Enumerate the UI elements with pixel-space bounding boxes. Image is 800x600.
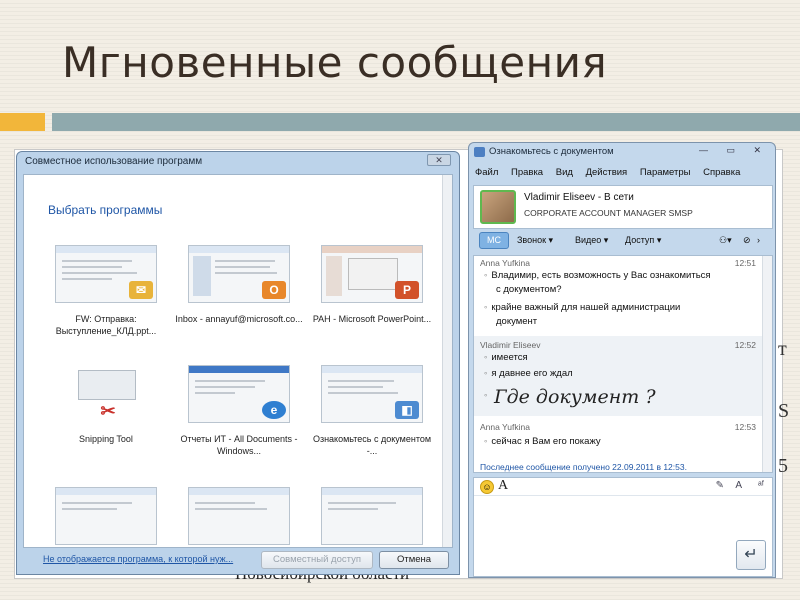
program-thumbnail: e [188, 365, 290, 423]
dialog-scrollbar[interactable] [442, 175, 452, 547]
background-fragment: т [778, 338, 787, 360]
message-sender: Anna Yufkina [480, 258, 530, 268]
message-line: ◦ имеется [484, 352, 528, 363]
attach-icon[interactable]: ⊘ [743, 235, 751, 246]
dialog-footer: Не отображается программа, к которой нуж… [23, 548, 453, 572]
more-icon[interactable]: › [757, 235, 760, 245]
dialog-title: Совместное использование программ [25, 156, 203, 167]
program-item[interactable]: O Inbox - annayuf@microsoft.co... [174, 245, 304, 325]
contact-role: CORPORATE ACCOUNT MANAGER SMSP [524, 208, 693, 218]
video-button[interactable]: Видео ▾ [575, 235, 608, 246]
ink-font-icon[interactable]: A [735, 480, 742, 491]
menu-file[interactable]: Файл [475, 167, 498, 178]
cancel-button[interactable]: Отмена [379, 551, 449, 569]
program-item[interactable] [307, 487, 437, 547]
menu-actions[interactable]: Действия [586, 167, 628, 178]
program-thumbnail: O [188, 245, 290, 303]
dialog-heading: Выбрать программы [48, 203, 163, 217]
message-time: 12:53 [734, 422, 756, 432]
menu-edit[interactable]: Правка [511, 167, 543, 178]
dialog-body: Выбрать программы ✉ FW: Отправка: Выступ… [23, 174, 453, 548]
program-label: Отчеты ИТ - All Documents - Windows... [180, 434, 298, 456]
outlook-icon: O [262, 281, 286, 299]
message-line: ◦ я давнее его ждал [484, 368, 573, 379]
message-line: ◦ сейчас я Вам его покажу [484, 436, 601, 447]
program-item[interactable]: ◧ Ознакомьтесь с документом -... [307, 365, 437, 457]
message-time: 12:52 [734, 340, 756, 350]
message-line: ◦ крайне важный для нашей администрации [484, 302, 681, 313]
message-time: 12:51 [734, 258, 756, 268]
message-line: ◦ Владимир, есть возможность у Вас ознако… [484, 270, 711, 281]
people-icon[interactable]: ⚇▾ [719, 235, 732, 246]
call-button[interactable]: Звонок ▾ [517, 235, 553, 246]
program-label: Snipping Tool [79, 434, 133, 444]
ink-options-icon[interactable]: ᵃᶠ [758, 480, 764, 491]
program-label: Ознакомьтесь с документом -... [312, 434, 432, 456]
menu-view[interactable]: Вид [556, 167, 573, 178]
message-sender: Anna Yufkina [480, 422, 530, 432]
accent-square [0, 113, 45, 131]
program-item[interactable] [41, 487, 171, 547]
message-bullet: ◦ [484, 390, 488, 401]
communicator-icon [474, 147, 485, 157]
program-item[interactable]: ✉ FW: Отправка: Выступление_КЛД.ppt... [41, 245, 171, 337]
log-scrollbar[interactable] [762, 256, 772, 472]
share-access-button[interactable]: Доступ ▾ [625, 235, 661, 246]
outlook-envelope-icon: ✉ [129, 281, 153, 299]
im-menubar: Файл Правка Вид Действия Параметры Справ… [475, 167, 750, 178]
message-line: документ [496, 316, 538, 327]
program-thumbnail: P [321, 245, 423, 303]
program-thumbnail: ✂ [55, 365, 157, 423]
close-icon[interactable]: ✕ [427, 154, 451, 166]
conversation-log: Anna Yufkina 12:51 ◦ Владимир, есть возмо… [473, 255, 773, 473]
share-programs-dialog: Совместное использование программ ✕ Выбр… [16, 151, 460, 575]
program-thumbnail: ✉ [55, 245, 157, 303]
internet-explorer-icon: e [262, 401, 286, 419]
program-thumbnail: ◧ [321, 365, 423, 423]
status-text: Последнее сообщение получено 22.09.2011 … [480, 462, 687, 472]
send-button[interactable]: ↵ [736, 540, 766, 570]
scissors-icon: ✂ [96, 402, 120, 420]
background-fragment: S [778, 400, 790, 422]
contact-card: Vladimir Eliseev - В сети CORPORATE ACCO… [473, 185, 773, 229]
font-icon[interactable]: A [498, 478, 508, 494]
im-toolbar: МС Звонок ▾ Видео ▾ Доступ ▾ ⚇▾ ⊘ › [473, 231, 773, 251]
handwritten-message: Где документ ? [494, 386, 656, 408]
im-conversation-window: Ознакомьтесь с документом — ▭ ✕ Файл Пра… [468, 142, 776, 578]
program-label: FW: Отправка: Выступление_КЛД.ppt... [55, 314, 157, 336]
slide-title: Мгновенные сообщения [62, 38, 608, 87]
contact-name: Vladimir Eliseev - В сети [524, 192, 634, 203]
program-thumbnail [55, 487, 157, 545]
emoticon-icon[interactable]: ☺ [480, 480, 494, 494]
menu-help[interactable]: Справка [703, 167, 740, 178]
powerpoint-icon: P [395, 281, 419, 299]
missing-program-link[interactable]: Не отображается программа, к которой нуж… [43, 554, 233, 564]
program-item[interactable]: P PAH - Microsoft PowerPoint... [307, 245, 437, 325]
compose-toolbar: ☺ A ✎ A ᵃᶠ [474, 478, 772, 496]
im-title: Ознакомьтесь с документом [489, 146, 614, 157]
program-label: PAH - Microsoft PowerPoint... [312, 314, 432, 324]
message-line: с документом? [496, 284, 562, 295]
ink-pen-icon[interactable]: ✎ [716, 480, 724, 491]
message-sender: Vladimir Eliseev [480, 340, 541, 350]
program-thumbnail [188, 487, 290, 545]
program-item[interactable]: ✂ Snipping Tool [41, 365, 171, 445]
menu-options[interactable]: Параметры [640, 167, 691, 178]
message-compose: ☺ A ✎ A ᵃᶠ ↵ [473, 477, 773, 577]
program-thumbnail [321, 487, 423, 545]
avatar[interactable] [480, 190, 516, 224]
background-fragment: 5 [778, 455, 788, 477]
dialog-titlebar: Совместное использование программ ✕ [17, 152, 459, 172]
message-input[interactable] [482, 502, 728, 568]
window-controls[interactable]: — ▭ ✕ [699, 145, 769, 156]
share-button[interactable]: Совместный доступ [261, 551, 373, 569]
program-label: Inbox - annayuf@microsoft.co... [175, 314, 303, 324]
program-item[interactable]: e Отчеты ИТ - All Documents - Windows... [174, 365, 304, 457]
communicator-icon: ◧ [395, 401, 419, 419]
accent-bar [52, 113, 800, 131]
program-item[interactable] [174, 487, 304, 547]
im-titlebar: Ознакомьтесь с документом — ▭ ✕ [469, 143, 775, 161]
tab-im[interactable]: МС [479, 232, 509, 249]
